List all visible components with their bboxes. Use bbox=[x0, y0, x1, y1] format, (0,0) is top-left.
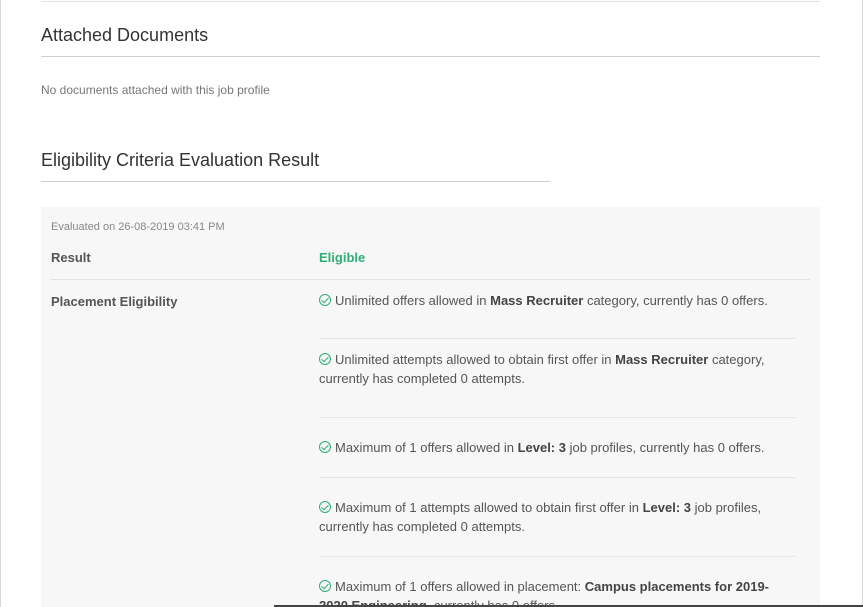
top-divider bbox=[41, 1, 820, 2]
result-label: Result bbox=[51, 250, 91, 265]
result-value: Eligible bbox=[319, 250, 366, 265]
check-circle-icon bbox=[319, 580, 331, 592]
no-documents-message: No documents attached with this job prof… bbox=[41, 83, 270, 97]
attached-documents-title: Attached Documents bbox=[41, 25, 209, 45]
criteria-item: Unlimited offers allowed in Mass Recruit… bbox=[319, 280, 795, 339]
check-circle-icon bbox=[319, 353, 331, 365]
attached-documents-divider bbox=[41, 56, 820, 57]
criteria-item: Maximum of 1 offers allowed in Level: 3 … bbox=[319, 418, 795, 478]
eligibility-divider bbox=[41, 181, 550, 182]
check-circle-icon bbox=[319, 294, 331, 306]
criteria-item: Unlimited attempts allowed to obtain fir… bbox=[319, 339, 795, 418]
eligibility-panel: Evaluated on 26-08-2019 03:41 PM Result … bbox=[41, 207, 820, 607]
criteria-item: Maximum of 1 attempts allowed to obtain … bbox=[319, 478, 795, 557]
placement-eligibility-label: Placement Eligibility bbox=[51, 294, 178, 309]
criteria-item: Maximum of 1 offers allowed in placement… bbox=[319, 579, 769, 607]
evaluated-timestamp: Evaluated on 26-08-2019 03:41 PM bbox=[51, 221, 225, 233]
check-circle-icon bbox=[319, 441, 331, 453]
criteria-list: Unlimited offers allowed in Mass Recruit… bbox=[319, 280, 795, 607]
check-circle-icon bbox=[319, 501, 331, 513]
eligibility-title: Eligibility Criteria Evaluation Result bbox=[41, 150, 320, 170]
